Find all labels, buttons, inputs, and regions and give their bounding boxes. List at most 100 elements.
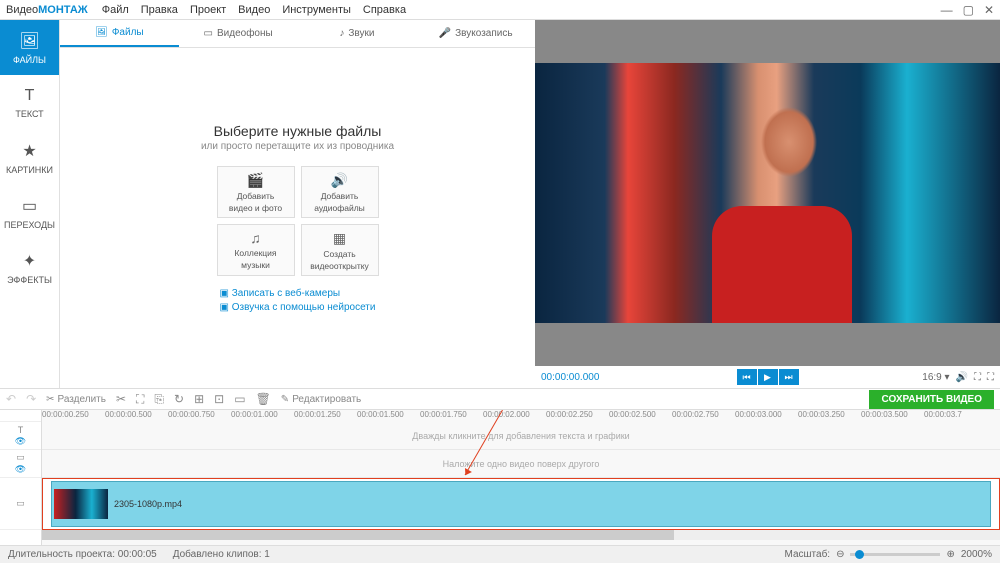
preview-controls: 00:00:00.000 ⏮ ▶ ⏭ 16:9 ▾ 🔊 ⛶ ⛶ (535, 366, 1000, 388)
clips-count: Добавлено клипов: 1 (173, 549, 270, 560)
play-button[interactable]: ▶ (758, 369, 778, 385)
text-track[interactable]: Дважды кликните для добавления текста и … (42, 422, 1000, 450)
redo-button[interactable]: ↷ (26, 392, 36, 406)
zoom-value: 2000% (961, 549, 992, 560)
text-track-icon: T (18, 425, 24, 435)
webcam-link[interactable]: ▣ Записать с веб-камеры (220, 288, 376, 299)
next-frame-button[interactable]: ⏭ (779, 369, 799, 385)
tracks-area[interactable]: 00:00:00.25000:00:00.50000:00:00.75000:0… (42, 410, 1000, 545)
snapshot-icon[interactable]: ⛶ (974, 372, 981, 383)
title-bar: ВидеоМОНТАЖ Файл Правка Проект Видео Инс… (0, 0, 1000, 20)
menu-tools[interactable]: Инструменты (282, 4, 351, 16)
time-ruler[interactable]: 00:00:00.25000:00:00.50000:00:00.75000:0… (42, 410, 1000, 422)
overlay-track-header[interactable]: ▭👁 (0, 450, 41, 478)
add-video-button[interactable]: 🎬Добавитьвидео и фото (217, 166, 295, 218)
project-duration: Длительность проекта: 00:00:05 (8, 549, 157, 560)
timeline-toolbar: ↶ ↷ ✂ Разделить ✂ ⛶ ⎘ ↻ ⊞ ⊡ ▭ 🗑 ✎ Редакт… (0, 388, 1000, 410)
video-frame (535, 63, 1000, 323)
maximize-button[interactable]: ▢ (963, 3, 974, 17)
prev-frame-button[interactable]: ⏮ (737, 369, 757, 385)
eye-icon[interactable]: 👁 (15, 436, 26, 447)
sidebar-files[interactable]: 🖼ФАЙЛЫ (0, 20, 59, 75)
zoom-in-button[interactable]: ⊕ (946, 549, 954, 560)
music-icon: ♫ (250, 230, 261, 246)
main-menu: Файл Правка Проект Видео Инструменты Спр… (102, 4, 406, 16)
ai-voice-link[interactable]: ▣ Озвучка с помощью нейросети (220, 302, 376, 313)
tool-c-button[interactable]: ▭ (234, 392, 245, 406)
zoom-label: Масштаб: (785, 549, 831, 560)
image-icon: 🖼 (19, 31, 39, 51)
drop-subheading: или просто перетащите их из проводника (201, 141, 394, 152)
menu-project[interactable]: Проект (190, 4, 226, 16)
music-library-button[interactable]: ♫Коллекциямузыки (217, 224, 295, 276)
center-panel: 🖼Файлы ▭Видеофоны ♪Звуки 🎤Звукозапись Вы… (60, 20, 535, 388)
clip-thumbnail (54, 489, 108, 519)
tool-b-button[interactable]: ⊡ (214, 392, 224, 406)
sidebar-text[interactable]: TТЕКСТ (0, 75, 59, 130)
sidebar-pictures[interactable]: ★КАРТИНКИ (0, 130, 59, 185)
timeline: T👁 ▭👁 ▭ 00:00:00.25000:00:00.50000:00:00… (0, 410, 1000, 545)
crop-button[interactable]: ⛶ (136, 392, 144, 407)
drop-area[interactable]: Выберите нужные файлы или просто перетащ… (60, 48, 535, 388)
save-video-button[interactable]: СОХРАНИТЬ ВИДЕО (869, 390, 994, 409)
cut-button[interactable]: ✂ (116, 392, 126, 406)
files-icon: 🖼 (95, 27, 108, 38)
undo-button[interactable]: ↶ (6, 392, 16, 406)
video-clip[interactable]: 2305-1080p.mp4 (51, 481, 991, 527)
zoom-out-button[interactable]: ⊖ (836, 549, 844, 560)
overlay-track-icon: ▭ (16, 452, 25, 463)
tab-videobackgrounds[interactable]: ▭Видеофоны (179, 20, 298, 47)
video-preview[interactable] (535, 20, 1000, 366)
create-card-button[interactable]: ▦Создатьвидеооткрытку (301, 224, 379, 276)
overlay-track[interactable]: Наложите одно видео поверх другого (42, 450, 1000, 478)
copy-button[interactable]: ⎘ (154, 392, 164, 407)
fullscreen-icon[interactable]: ⛶ (987, 372, 994, 383)
transition-icon: ▭ (22, 196, 37, 216)
timeline-scrollbar[interactable] (42, 530, 1000, 540)
aspect-ratio-button[interactable]: 16:9 ▾ (922, 372, 949, 383)
star-icon: ★ (22, 141, 36, 161)
menu-file[interactable]: Файл (102, 4, 129, 16)
tab-sounds[interactable]: ♪Звуки (298, 20, 417, 47)
mic-icon: 🎤 (439, 28, 451, 39)
window-controls: — ▢ ✕ (941, 3, 994, 17)
clip-filename: 2305-1080p.mp4 (114, 499, 182, 509)
rotate-button[interactable]: ↻ (174, 392, 184, 406)
minimize-button[interactable]: — (941, 3, 953, 17)
menu-edit[interactable]: Правка (141, 4, 178, 16)
wand-icon: ✦ (23, 251, 36, 271)
videobg-icon: ▭ (204, 28, 213, 39)
text-icon: T (25, 87, 35, 105)
sidebar-effects[interactable]: ✦ЭФФЕКТЫ (0, 240, 59, 295)
sound-icon: ♪ (339, 28, 344, 39)
close-button[interactable]: ✕ (984, 3, 994, 17)
left-sidebar: 🖼ФАЙЛЫ TТЕКСТ ★КАРТИНКИ ▭ПЕРЕХОДЫ ✦ЭФФЕК… (0, 20, 60, 388)
app-title: ВидеоМОНТАЖ (6, 4, 88, 16)
delete-button[interactable]: 🗑 (256, 392, 271, 406)
video-track-icon: ▭ (16, 498, 25, 509)
menu-help[interactable]: Справка (363, 4, 406, 16)
video-track[interactable]: 2305-1080p.mp4 (42, 478, 1000, 530)
tab-files[interactable]: 🖼Файлы (60, 20, 179, 47)
track-headers: T👁 ▭👁 ▭ (0, 410, 42, 545)
video-track-header[interactable]: ▭ (0, 478, 41, 530)
center-tabs: 🖼Файлы ▭Видеофоны ♪Звуки 🎤Звукозапись (60, 20, 535, 48)
tab-record[interactable]: 🎤Звукозапись (416, 20, 535, 47)
zoom-slider[interactable] (850, 553, 940, 556)
eye-icon[interactable]: 👁 (15, 464, 26, 475)
volume-icon[interactable]: 🔊 (956, 372, 968, 383)
sidebar-transitions[interactable]: ▭ПЕРЕХОДЫ (0, 185, 59, 240)
tool-a-button[interactable]: ⊞ (194, 392, 204, 406)
time-display: 00:00:00.000 (541, 372, 599, 383)
card-icon: ▦ (333, 230, 346, 247)
add-audio-button[interactable]: 🔊Добавитьаудиофайлы (301, 166, 379, 218)
preview-panel: 00:00:00.000 ⏮ ▶ ⏭ 16:9 ▾ 🔊 ⛶ ⛶ (535, 20, 1000, 388)
speaker-icon: 🔊 (331, 172, 348, 189)
text-track-header[interactable]: T👁 (0, 422, 41, 450)
film-icon: 🎬 (247, 172, 264, 189)
status-bar: Длительность проекта: 00:00:05 Добавлено… (0, 545, 1000, 563)
menu-video[interactable]: Видео (238, 4, 270, 16)
drop-heading: Выберите нужные файлы (214, 123, 382, 139)
edit-button[interactable]: ✎ Редактировать (281, 394, 361, 405)
split-button[interactable]: ✂ Разделить (46, 394, 106, 405)
